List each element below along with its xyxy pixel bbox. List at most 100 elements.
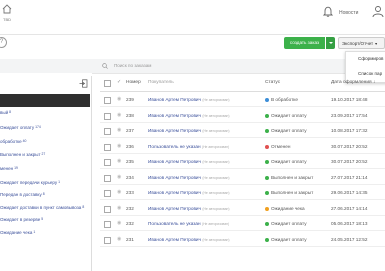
row-checkbox[interactable] bbox=[104, 143, 111, 151]
home-label[interactable]: TBD bbox=[3, 17, 11, 22]
column-header-status[interactable]: Статус bbox=[265, 80, 280, 85]
sidebar-item-label: менен bbox=[0, 166, 14, 171]
row-view-icon[interactable]: ◉ bbox=[117, 174, 122, 180]
buyer-name[interactable]: Иванов Артем Петрович bbox=[148, 128, 201, 133]
row-checkbox[interactable] bbox=[104, 236, 111, 244]
status-dot bbox=[265, 98, 269, 102]
create-order-dropdown-button[interactable] bbox=[326, 37, 335, 49]
column-header-date-label: Дата оформления bbox=[331, 80, 372, 85]
export-menu-item-list[interactable]: Список пар bbox=[358, 71, 382, 76]
export-report-button[interactable]: Экспорт/Отчет ▼ bbox=[338, 37, 385, 49]
order-date: 27.06.2017 14:14 bbox=[331, 205, 368, 211]
sidebar-item-completed[interactable]: Выполнен и закрыт27 bbox=[0, 152, 45, 157]
order-number[interactable]: 231 bbox=[126, 237, 134, 242]
order-number[interactable]: 239 bbox=[126, 97, 134, 102]
order-number[interactable]: 235 bbox=[126, 159, 134, 164]
row-checkbox[interactable] bbox=[104, 159, 111, 166]
buyer-cell[interactable]: Пользователь не указан (Не авторизован) bbox=[148, 221, 229, 226]
sidebar-item-in-delivery[interactable]: Передан в доставку8 bbox=[0, 192, 45, 197]
buyer-name[interactable]: Иванов Артем Петрович bbox=[148, 175, 201, 180]
row-view-icon[interactable]: ◉ bbox=[117, 221, 122, 226]
row-checkbox[interactable] bbox=[104, 97, 111, 104]
status-dot bbox=[265, 144, 269, 149]
buyer-name[interactable]: Пользователь не указан bbox=[148, 221, 201, 226]
sidebar-item-count: 8 bbox=[42, 192, 45, 196]
buyer-cell[interactable]: Иванов Артем Петрович (Не авторизован) bbox=[148, 159, 230, 164]
buyer-name[interactable]: Иванов Артем Петрович bbox=[148, 113, 201, 118]
help-icon[interactable]: ? bbox=[0, 37, 7, 48]
header-divider bbox=[100, 91, 385, 92]
buyer-auth-note: (Не авторизован) bbox=[202, 175, 230, 180]
sidebar-item-count: 40 bbox=[22, 139, 27, 143]
header-check-icon: ✓ bbox=[117, 80, 122, 85]
buyer-auth-note: (Не авторизован) bbox=[202, 160, 230, 164]
order-number[interactable]: 233 bbox=[126, 190, 134, 195]
buyer-cell[interactable]: Иванов Артем Петрович (Не авторизован) bbox=[148, 206, 230, 211]
row-checkbox[interactable] bbox=[104, 221, 111, 228]
buyer-cell[interactable]: Иванов Артем Петрович (Не авторизован) bbox=[148, 237, 230, 242]
row-divider bbox=[100, 214, 385, 216]
order-status: Ожидание чека bbox=[271, 205, 305, 211]
buyer-cell[interactable]: Пользователь не указан (Не авторизован) bbox=[148, 144, 229, 149]
order-number[interactable]: 237 bbox=[126, 128, 134, 133]
sidebar-item-processing[interactable]: обработке40 bbox=[0, 139, 26, 144]
create-order-button[interactable]: создать заказ bbox=[284, 37, 325, 49]
order-date: 27.07.2017 21:14 bbox=[331, 174, 368, 180]
row-view-icon[interactable]: ◉ bbox=[117, 236, 122, 242]
order-status: Ожидает оплату bbox=[271, 159, 307, 164]
buyer-cell[interactable]: Иванов Артем Петрович (Не авторизован) bbox=[148, 128, 230, 133]
sidebar-item-cancelled[interactable]: менен19 bbox=[0, 166, 18, 171]
exit-icon[interactable] bbox=[79, 79, 88, 88]
buyer-cell[interactable]: Иванов Артем Петрович (Не авторизован) bbox=[148, 97, 230, 102]
row-view-icon[interactable]: ◉ bbox=[117, 205, 122, 211]
row-view-icon[interactable]: ◉ bbox=[117, 143, 122, 149]
buyer-cell[interactable]: Иванов Артем Петрович (Не авторизован) bbox=[148, 175, 230, 180]
row-checkbox[interactable] bbox=[104, 128, 111, 135]
row-view-icon[interactable]: ◉ bbox=[117, 159, 122, 164]
row-view-icon[interactable]: ◉ bbox=[117, 190, 122, 195]
news-link[interactable]: Новости bbox=[339, 10, 358, 16]
sidebar-item-awaiting-receipt[interactable]: Ожидание чека1 bbox=[0, 230, 35, 235]
row-divider bbox=[100, 137, 385, 138]
row-checkbox[interactable] bbox=[104, 205, 111, 213]
sidebar-item-awaiting-pickup[interactable]: Ожидает доставки в пункт самовывоза8 bbox=[0, 205, 84, 210]
row-checkbox[interactable] bbox=[104, 174, 111, 182]
buyer-cell[interactable]: Иванов Артем Петрович (Не авторизован) bbox=[148, 113, 230, 118]
column-header-buyer[interactable]: Покупатель bbox=[148, 80, 174, 85]
sidebar-item-new[interactable]: вый8 bbox=[0, 110, 11, 115]
sidebar-item-awaiting-payment[interactable]: Ожидает оплату174 bbox=[0, 125, 41, 130]
row-checkbox[interactable] bbox=[104, 112, 111, 120]
row-view-icon[interactable]: ◉ bbox=[117, 112, 122, 118]
sidebar-item-label: Передан в доставку bbox=[0, 192, 42, 197]
buyer-name[interactable]: Пользователь не указан bbox=[148, 144, 201, 149]
row-checkbox[interactable] bbox=[104, 190, 111, 197]
export-report-label: Экспорт/Отчет bbox=[342, 41, 374, 46]
order-number[interactable]: 234 bbox=[126, 175, 134, 180]
sidebar-item-reserved[interactable]: Ожидает в резерве5 bbox=[0, 217, 43, 222]
order-number[interactable]: 232 bbox=[126, 221, 134, 226]
buyer-name[interactable]: Иванов Артем Петрович bbox=[148, 190, 201, 195]
export-menu-item-generate[interactable]: Сформиров bbox=[358, 56, 383, 61]
row-view-icon[interactable]: ◉ bbox=[117, 128, 122, 133]
buyer-name[interactable]: Иванов Артем Петрович bbox=[148, 237, 201, 242]
order-number[interactable]: 236 bbox=[126, 144, 134, 149]
order-status: Ожидает оплату bbox=[271, 128, 307, 133]
column-header-number[interactable]: Номер bbox=[126, 80, 141, 85]
bell-icon[interactable] bbox=[323, 6, 333, 17]
buyer-name[interactable]: Иванов Артем Петрович bbox=[148, 159, 201, 164]
buyer-cell[interactable]: Иванов Артем Петрович (Не авторизован) bbox=[148, 190, 230, 195]
order-status: Ожидает оплату bbox=[271, 221, 307, 226]
row-view-icon[interactable]: ◉ bbox=[117, 97, 122, 102]
order-number[interactable]: 232 bbox=[126, 206, 134, 211]
column-header-date[interactable]: Дата оформления ↓ bbox=[331, 80, 375, 85]
search-input[interactable]: Поиск по заказам bbox=[114, 63, 151, 68]
home-icon[interactable] bbox=[2, 4, 12, 14]
sidebar-item-count: 5 bbox=[41, 217, 44, 221]
sidebar-item-awaiting-courier[interactable]: Ожидает передачи курьеру1 bbox=[0, 180, 60, 185]
buyer-name[interactable]: Иванов Артем Петрович bbox=[148, 97, 201, 102]
order-number[interactable]: 238 bbox=[126, 113, 134, 118]
sidebar-item-active[interactable] bbox=[0, 94, 90, 107]
user-icon[interactable] bbox=[372, 5, 384, 17]
select-all-checkbox[interactable] bbox=[104, 80, 111, 87]
buyer-name[interactable]: Иванов Артем Петрович bbox=[148, 206, 201, 211]
